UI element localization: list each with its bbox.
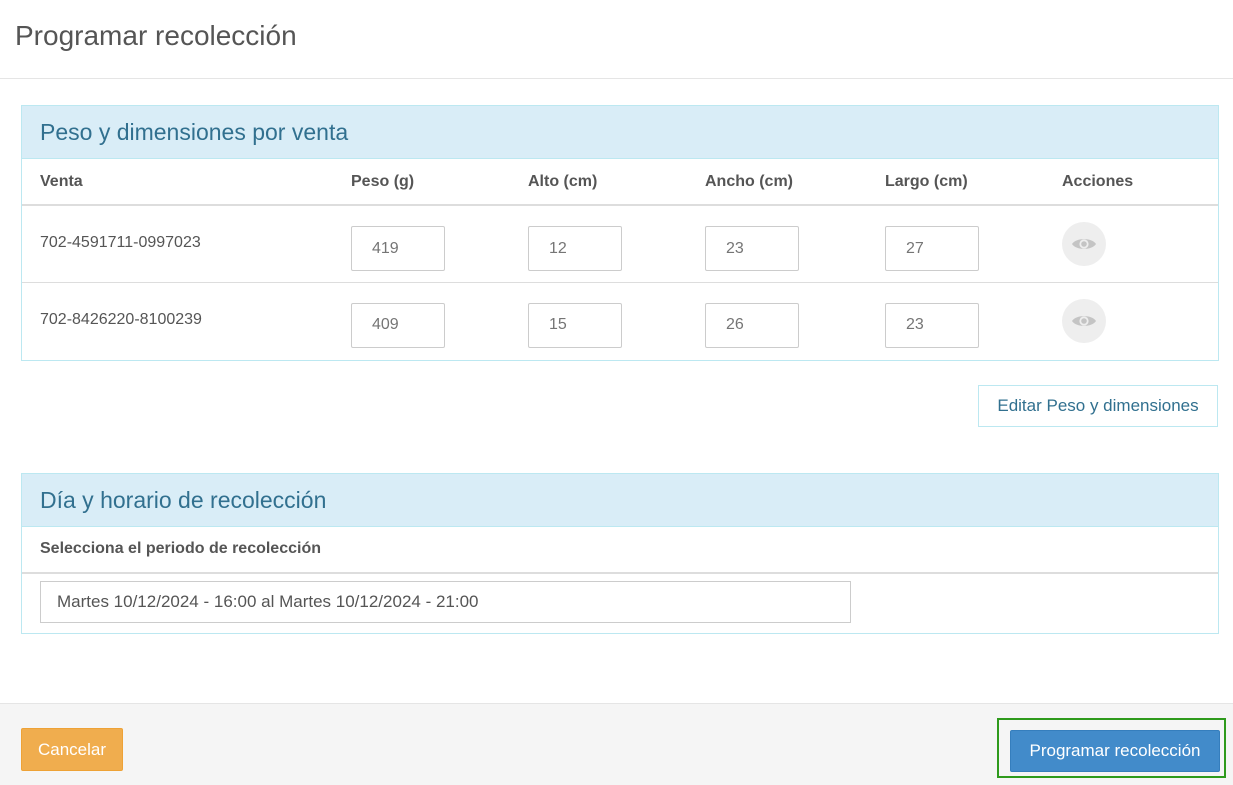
alto-input[interactable] (528, 302, 622, 348)
table-row: 702-8426220-8100239 (22, 282, 1218, 359)
modal-title: Programar recolección (15, 20, 297, 51)
view-details-button[interactable] (1062, 298, 1106, 343)
sale-id: 702-4591711-0997023 (40, 234, 201, 251)
column-header-alto: Alto (cm) (528, 159, 705, 206)
column-header-largo: Largo (cm) (885, 159, 1062, 206)
dimensions-panel: Peso y dimensiones por venta Venta Peso … (21, 105, 1219, 361)
schedule-panel: Día y horario de recolección Selecciona … (21, 473, 1219, 634)
column-header-ancho: Ancho (cm) (705, 159, 885, 206)
schedule-pickup-button[interactable]: Programar recolección (1010, 730, 1220, 772)
view-details-button[interactable] (1062, 222, 1106, 266)
period-label: Selecciona el periodo de recolección (22, 527, 1218, 574)
column-header-venta: Venta (22, 159, 351, 206)
eye-icon (1072, 315, 1096, 326)
schedule-panel-title: Día y horario de recolección (22, 474, 1218, 527)
highlight-frame: Programar recolección (997, 718, 1226, 778)
peso-input[interactable] (351, 226, 445, 271)
eye-icon (1072, 239, 1096, 249)
sale-id: 702-8426220-8100239 (40, 310, 202, 328)
peso-input[interactable] (351, 302, 445, 348)
largo-input[interactable] (885, 302, 979, 348)
column-header-acciones: Acciones (1062, 159, 1218, 206)
edit-dimensions-button[interactable]: Editar Peso y dimensiones (978, 385, 1218, 427)
period-select[interactable]: Martes 10/12/2024 - 16:00 al Martes 10/1… (40, 581, 851, 623)
modal-footer: Cancelar Programar recolección (0, 703, 1233, 785)
ancho-input[interactable] (705, 302, 799, 348)
column-header-peso: Peso (g) (351, 159, 528, 206)
table-header-row: Venta Peso (g) Alto (cm) Ancho (cm) Larg… (22, 159, 1218, 206)
modal-header: Programar recolección (0, 0, 1233, 79)
alto-input[interactable] (528, 226, 622, 271)
dimensions-panel-title: Peso y dimensiones por venta (22, 106, 1218, 159)
cancel-button[interactable]: Cancelar (21, 728, 123, 771)
dimensions-table: Venta Peso (g) Alto (cm) Ancho (cm) Larg… (22, 159, 1218, 359)
ancho-input[interactable] (705, 226, 799, 271)
largo-input[interactable] (885, 226, 979, 271)
table-row: 702-4591711-0997023 (22, 205, 1218, 283)
